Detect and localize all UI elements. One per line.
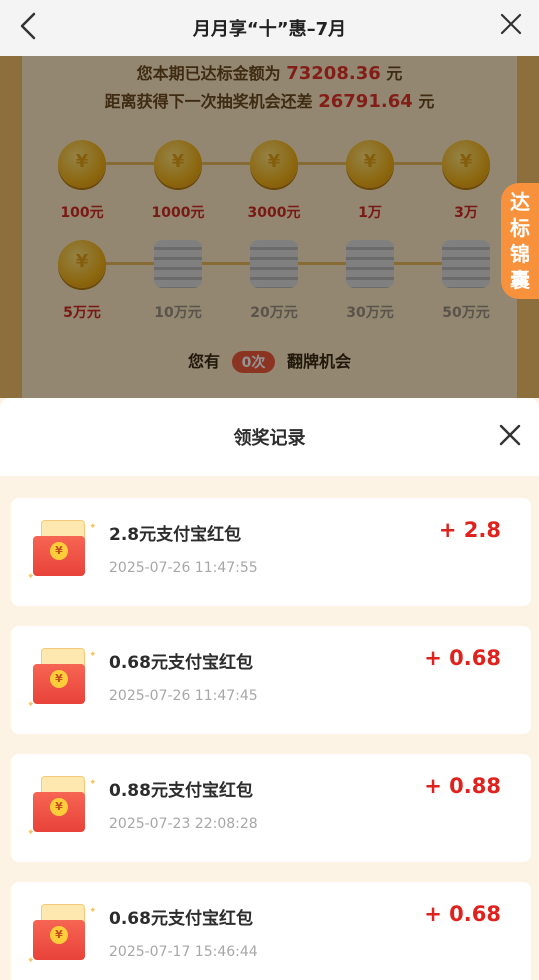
record-time: 2025-07-17 15:46:44 <box>109 944 258 960</box>
reward-record-item: ¥ ✦ ✦ 0.68元支付宝红包 2025-07-26 11:47:45 + 0… <box>11 626 531 734</box>
close-icon <box>499 424 521 446</box>
record-amount: + 0.68 <box>424 646 501 670</box>
close-icon <box>500 13 522 35</box>
back-button[interactable] <box>10 6 46 46</box>
record-amount: + 0.88 <box>424 774 501 798</box>
record-title: 0.88元支付宝红包 <box>109 781 253 801</box>
sheet-title: 领奖记录 <box>233 428 306 449</box>
activity-panel: 您本期已达标金额为 73208.36 元 距离获得下一次抽奖机会还差 26791… <box>0 56 539 398</box>
record-amount: + 2.8 <box>438 518 501 542</box>
sparkle-icon: ✦ <box>27 828 35 838</box>
record-title: 0.68元支付宝红包 <box>109 909 253 929</box>
sparkle-icon: ✦ <box>27 956 35 966</box>
top-nav-bar: 月月享“十”惠–7月 <box>0 0 539 56</box>
yuan-seal-icon: ¥ <box>50 926 68 944</box>
record-title: 2.8元支付宝红包 <box>109 525 242 545</box>
modal-overlay[interactable] <box>0 56 539 398</box>
record-time: 2025-07-26 11:47:55 <box>109 560 258 576</box>
sparkle-icon: ✦ <box>27 572 35 582</box>
yuan-seal-icon: ¥ <box>50 542 68 560</box>
reward-record-item: ¥ ✦ ✦ 0.68元支付宝红包 2025-07-17 15:46:44 + 0… <box>11 882 531 980</box>
yuan-seal-icon: ¥ <box>50 670 68 688</box>
record-time: 2025-07-26 11:47:45 <box>109 688 258 704</box>
sparkle-icon: ✦ <box>89 522 97 532</box>
sparkle-icon: ✦ <box>89 650 97 660</box>
sparkle-icon: ✦ <box>27 700 35 710</box>
reward-records-sheet: 领奖记录 ¥ ✦ ✦ 2.8元支付宝红包 2025-07-26 11:47:55… <box>0 398 539 980</box>
red-envelope-icon: ¥ ✦ ✦ <box>27 648 97 714</box>
sparkle-icon: ✦ <box>89 778 97 788</box>
sparkle-icon: ✦ <box>89 906 97 916</box>
chevron-left-icon <box>20 12 36 40</box>
reward-record-item: ¥ ✦ ✦ 0.88元支付宝红包 2025-07-23 22:08:28 + 0… <box>11 754 531 862</box>
sheet-close-button[interactable] <box>495 420 525 450</box>
close-page-button[interactable] <box>493 4 529 44</box>
red-envelope-icon: ¥ ✦ ✦ <box>27 904 97 970</box>
sheet-header: 领奖记录 <box>0 398 539 476</box>
red-envelope-icon: ¥ ✦ ✦ <box>27 520 97 586</box>
record-time: 2025-07-23 22:08:28 <box>109 816 258 832</box>
record-amount: + 0.68 <box>424 902 501 926</box>
yuan-seal-icon: ¥ <box>50 798 68 816</box>
reward-record-item: ¥ ✦ ✦ 2.8元支付宝红包 2025-07-26 11:47:55 + 2.… <box>11 498 531 606</box>
red-envelope-icon: ¥ ✦ ✦ <box>27 776 97 842</box>
page-title: 月月享“十”惠–7月 <box>192 19 347 40</box>
tips-side-tab[interactable]: 达标锦囊 <box>501 183 539 299</box>
record-title: 0.68元支付宝红包 <box>109 653 253 673</box>
